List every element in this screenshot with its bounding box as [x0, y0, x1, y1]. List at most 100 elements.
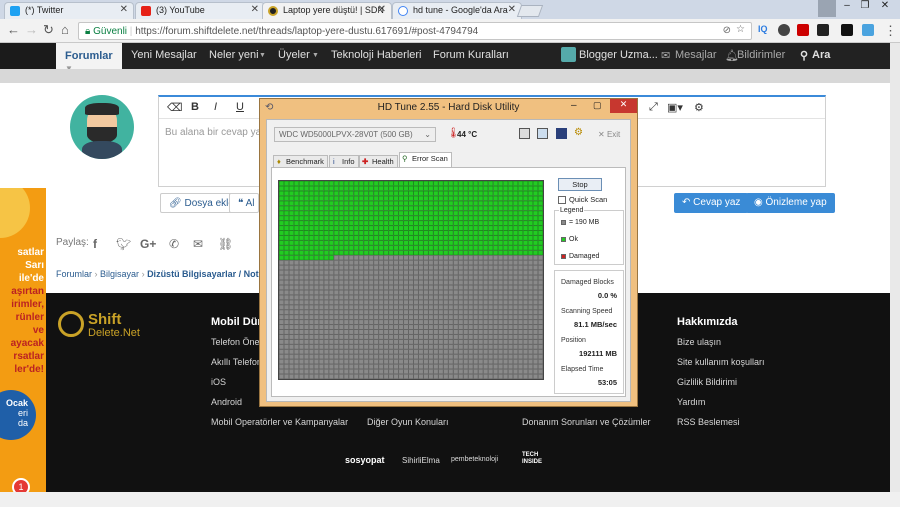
scan-block-ok — [378, 245, 384, 251]
save-icon[interactable] — [556, 128, 567, 139]
footer-link[interactable]: Telefon Öner — [211, 337, 263, 347]
scan-block-pending — [488, 339, 494, 345]
home-icon[interactable]: ⌂ — [61, 22, 69, 37]
tab-info[interactable]: i Info — [329, 155, 359, 167]
footer-link[interactable]: Bize ulaşın — [677, 337, 721, 347]
reply-button[interactable]: ↶ Cevap yaz — [674, 193, 749, 213]
tab-google[interactable]: hd tune - Google'da Ara ✕ — [392, 2, 522, 19]
drive-select[interactable]: WDC WD5000LPVX-28V0T (500 GB) ⌄ — [274, 127, 436, 142]
nav-yeni-mesajlar[interactable]: Yeni Mesajlar — [131, 49, 197, 61]
email-icon[interactable]: ✉ — [193, 237, 203, 251]
tab-twitter[interactable]: (*) Twitter ✕ — [4, 2, 134, 19]
site-settings-icon[interactable]: ⊘ — [723, 25, 731, 36]
copy-info-icon[interactable] — [537, 128, 548, 139]
new-tab-button[interactable] — [516, 5, 544, 17]
footer-link[interactable]: Gizlilik Bildirimi — [677, 377, 737, 387]
minimize-icon[interactable]: – — [571, 100, 577, 111]
preview-button[interactable]: ◉ Önizleme yap — [746, 193, 835, 213]
nav-bildirimler[interactable]: Bildirimler — [737, 49, 785, 61]
eraser-icon[interactable]: ⌫ — [167, 101, 183, 114]
whatsapp-icon[interactable]: ✆ — [169, 237, 179, 251]
sync-extension-icon[interactable] — [778, 24, 790, 36]
italic-icon[interactable]: I — [214, 101, 217, 113]
close-window-icon[interactable]: ✕ — [876, 0, 894, 17]
partner-techinside[interactable]: TECH INSIDE — [522, 452, 544, 466]
tab-health[interactable]: ✚ Health — [359, 155, 398, 167]
forward-icon[interactable]: → — [25, 22, 38, 37]
tab-youtube[interactable]: (3) YouTube ✕ — [135, 2, 265, 19]
underline-icon[interactable]: U — [236, 101, 244, 113]
footer-link[interactable]: Mobil Operatörler ve Kampanyalar — [211, 417, 348, 427]
settings-gear-icon[interactable]: ⚙ — [694, 101, 704, 114]
nav-teknoloji-haberleri[interactable]: Teknoloji Haberleri — [331, 49, 422, 61]
partner-sosyopat[interactable]: sosyopat — [345, 455, 385, 465]
tab-benchmark[interactable]: ♦ Benchmark — [273, 155, 328, 167]
maximize-icon[interactable]: ▢ — [593, 100, 602, 111]
copy-icon[interactable] — [519, 128, 530, 139]
scan-block-ok — [323, 220, 329, 226]
side-advertisement[interactable]: satlar Sarı ile'de aşırtan irimler, rünl… — [0, 188, 46, 498]
footer-link[interactable]: iOS — [211, 377, 226, 387]
nav-neler-yeni[interactable]: Neler yeni — [209, 49, 259, 61]
tab-error-scan[interactable]: ⚲ Error Scan — [399, 152, 452, 167]
breadcrumb-dizustu[interactable]: Dizüstü Bilgisayarlar / Not — [147, 269, 259, 279]
footer-link[interactable]: RSS Beslemesi — [677, 417, 740, 427]
bookmark-star-icon[interactable]: ☆ — [736, 24, 745, 35]
fullscreen-icon[interactable]: ⤢ — [649, 101, 658, 114]
footer-link[interactable]: Yardım — [677, 397, 705, 407]
stop-button[interactable]: Stop — [558, 178, 602, 191]
menu-icon[interactable]: ⋮ — [884, 23, 897, 39]
scan-block-ok — [383, 230, 389, 236]
exit-button[interactable]: ✕ Exit — [598, 130, 620, 139]
footer-link[interactable]: Android — [211, 397, 242, 407]
nav-forum-kurallari[interactable]: Forum Kuralları — [433, 49, 509, 61]
quick-scan-checkbox[interactable] — [558, 196, 566, 204]
scan-block-ok — [388, 205, 394, 211]
url-input[interactable]: 🔒︎ Güvenli | https://forum.shiftdelete.n… — [78, 22, 752, 40]
page-scrollbar[interactable] — [890, 43, 900, 492]
hdtune-window[interactable]: ⟲ HD Tune 2.55 - Hard Disk Utility – ▢ ✕… — [259, 98, 638, 407]
scan-block-pending — [493, 309, 499, 315]
close-icon[interactable]: ✕ — [378, 4, 386, 15]
scan-block-pending — [538, 265, 543, 271]
dark-extension-icon[interactable] — [841, 24, 853, 36]
link-icon[interactable]: ⛓ — [218, 237, 233, 251]
save-draft-icon[interactable]: ▣▾ — [667, 101, 683, 114]
breadcrumb-bilgisayar[interactable]: Bilgisayar — [100, 269, 139, 279]
options-icon[interactable]: ⚙ — [574, 127, 583, 138]
bold-icon[interactable]: B — [191, 101, 199, 113]
cast-extension-icon[interactable] — [862, 24, 874, 36]
nav-forumlar[interactable]: Forumlar ▼ — [56, 43, 122, 73]
nav-user[interactable]: Blogger Uzma... — [579, 49, 658, 61]
video-extension-icon[interactable] — [817, 24, 829, 36]
badge-extension-icon[interactable] — [797, 24, 809, 36]
user-icon[interactable] — [818, 0, 836, 17]
iq-extension-icon[interactable]: IQ — [758, 24, 770, 36]
reload-icon[interactable]: ↻ — [43, 22, 54, 38]
tab-shiftdelete[interactable]: Laptop yere düştü! | SDN ✕ — [262, 2, 392, 19]
quote-button[interactable]: ❝ Al — [229, 193, 259, 213]
facebook-icon[interactable]: f — [93, 237, 97, 251]
close-icon[interactable]: ✕ — [508, 4, 516, 15]
nav-uyeler[interactable]: Üyeler — [278, 49, 310, 61]
close-icon[interactable]: ✕ — [120, 4, 128, 15]
nav-mesajlar[interactable]: Mesajlar — [675, 49, 717, 61]
twitter-share-icon[interactable]: 🐦︎ — [116, 237, 131, 251]
back-icon[interactable]: ← — [7, 22, 20, 37]
close-icon[interactable]: ✕ — [251, 4, 259, 15]
minimize-icon[interactable]: – — [838, 0, 856, 17]
restore-icon[interactable]: ❐ — [856, 0, 874, 17]
scan-block-pending — [513, 299, 518, 305]
close-icon[interactable]: ✕ — [610, 99, 637, 113]
nav-ara[interactable]: Ara — [812, 49, 830, 61]
partner-sihirlielma[interactable]: SihirliElma — [402, 456, 440, 465]
footer-link[interactable]: Site kullanım koşulları — [677, 357, 765, 367]
breadcrumb-forumlar[interactable]: Forumlar — [56, 269, 92, 279]
googleplus-icon[interactable]: G+ — [140, 237, 156, 251]
user-avatar-icon[interactable] — [561, 47, 576, 62]
scan-block-pending — [463, 280, 469, 285]
footer-link[interactable]: Akıllı Telefon — [211, 357, 262, 367]
partner-pembeteknoloji[interactable]: pembeteknoloji — [451, 456, 498, 463]
footer-link[interactable]: Donanım Sorunları ve Çözümler — [522, 417, 651, 427]
footer-link[interactable]: Diğer Oyun Konuları — [367, 417, 449, 427]
